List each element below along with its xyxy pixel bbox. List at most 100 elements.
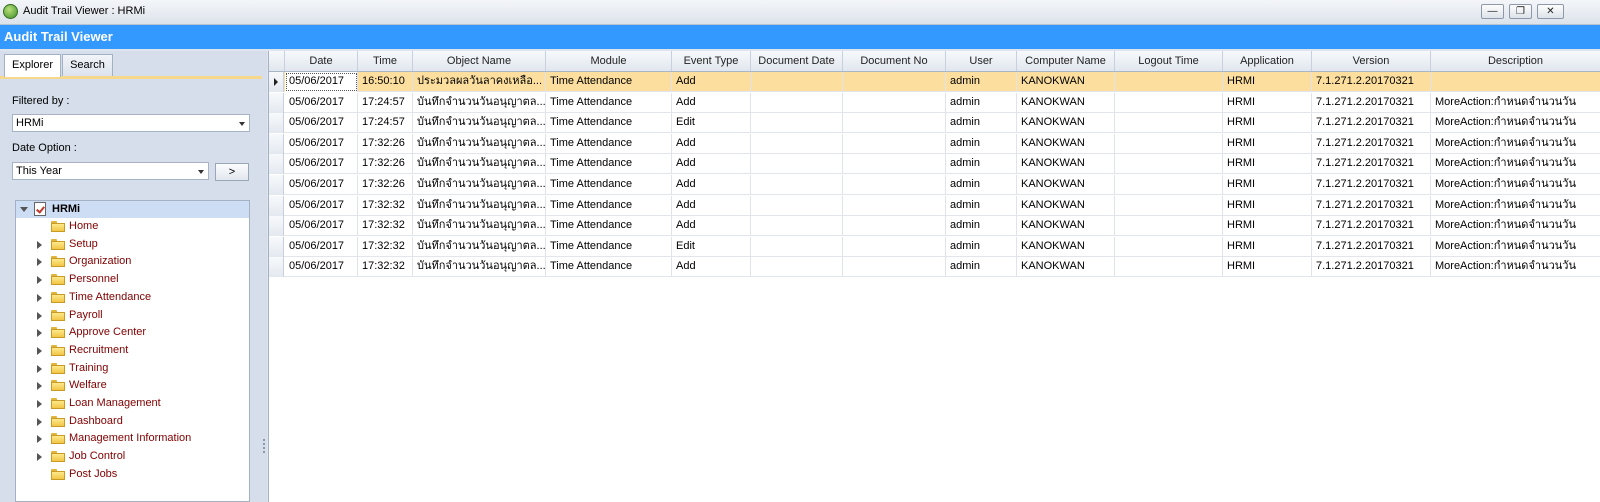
expand-arrow-icon[interactable] bbox=[37, 417, 42, 426]
cell-date[interactable]: 05/06/2017 bbox=[285, 154, 358, 175]
cell-time[interactable]: 17:32:32 bbox=[358, 216, 413, 237]
cell-application[interactable]: HRMI bbox=[1223, 175, 1312, 195]
cell-module[interactable]: Time Attendance bbox=[546, 154, 672, 175]
cell-event-type[interactable]: Edit bbox=[672, 113, 751, 134]
cell-date[interactable]: 05/06/2017 bbox=[285, 236, 358, 257]
cell-document-no[interactable] bbox=[843, 175, 946, 195]
cell-description[interactable]: MoreAction:กำหนดจำนวนวัน bbox=[1431, 257, 1600, 277]
expand-arrow-icon[interactable] bbox=[37, 400, 42, 408]
tree-item-organization[interactable]: Organization bbox=[16, 253, 249, 270]
cell-computer-name[interactable]: KANOKWAN bbox=[1017, 216, 1115, 237]
cell-module[interactable]: Time Attendance bbox=[546, 175, 672, 195]
cell-computer-name[interactable]: KANOKWAN bbox=[1017, 92, 1115, 113]
column-header-date[interactable]: Date bbox=[285, 51, 358, 71]
cell-document-no[interactable] bbox=[843, 133, 946, 154]
row-indicator[interactable] bbox=[269, 72, 284, 92]
cell-object-name[interactable]: บันทึกจำนวนวันอนุญาตล... bbox=[413, 236, 546, 257]
cell-document-date[interactable] bbox=[751, 257, 843, 278]
cell-user[interactable]: admin bbox=[946, 236, 1017, 257]
cell-object-name[interactable]: บันทึกจำนวนวันอนุญาตล... bbox=[413, 133, 546, 154]
cell-logout-time[interactable] bbox=[1115, 236, 1223, 257]
cell-date[interactable]: 05/06/2017 bbox=[285, 133, 358, 154]
table-row[interactable]: 05/06/2017 17:32:26 บันทึกจำนวนวันอนุญาตล.… bbox=[269, 175, 1600, 195]
cell-document-no[interactable] bbox=[843, 257, 946, 278]
tree-item-payroll[interactable]: Payroll bbox=[16, 307, 249, 324]
cell-event-type[interactable]: Add bbox=[672, 216, 751, 237]
expand-arrow-icon[interactable] bbox=[37, 364, 42, 373]
cell-object-name[interactable]: บันทึกจำนวนวันอนุญาตล... bbox=[413, 216, 546, 237]
column-header-logout-time[interactable]: Logout Time bbox=[1115, 51, 1223, 71]
expand-arrow-icon[interactable] bbox=[37, 258, 42, 267]
cell-version[interactable]: 7.1.271.2.20170321 bbox=[1312, 113, 1431, 134]
cell-module[interactable]: Time Attendance bbox=[546, 133, 672, 154]
row-indicator[interactable] bbox=[269, 92, 284, 113]
cell-date[interactable]: 05/06/2017 bbox=[285, 72, 358, 92]
cell-user[interactable]: admin bbox=[946, 72, 1017, 92]
column-header-event-type[interactable]: Event Type bbox=[672, 51, 751, 71]
cell-document-date[interactable] bbox=[751, 133, 843, 154]
cell-module[interactable]: Time Attendance bbox=[546, 216, 672, 237]
cell-user[interactable]: admin bbox=[946, 133, 1017, 154]
date-option-select[interactable]: This Year bbox=[12, 162, 209, 180]
cell-object-name[interactable]: บันทึกจำนวนวันอนุญาตล... bbox=[413, 175, 546, 195]
cell-computer-name[interactable]: KANOKWAN bbox=[1017, 175, 1115, 195]
cell-logout-time[interactable] bbox=[1115, 113, 1223, 134]
expand-arrow-icon[interactable] bbox=[37, 382, 42, 391]
cell-event-type[interactable]: Add bbox=[672, 154, 751, 175]
cell-document-no[interactable] bbox=[843, 195, 946, 216]
cell-document-date[interactable] bbox=[751, 236, 843, 257]
cell-document-date[interactable] bbox=[751, 92, 843, 113]
column-header-application[interactable]: Application bbox=[1223, 51, 1312, 71]
cell-user[interactable]: admin bbox=[946, 257, 1017, 278]
cell-logout-time[interactable] bbox=[1115, 72, 1223, 92]
cell-date[interactable]: 05/06/2017 bbox=[285, 216, 358, 237]
cell-application[interactable]: HRMI bbox=[1223, 92, 1312, 113]
table-row[interactable]: 05/06/2017 17:24:57 บันทึกจำนวนวันอนุญาตล.… bbox=[269, 113, 1600, 134]
tree-item-training[interactable]: Training bbox=[16, 360, 249, 377]
cell-version[interactable]: 7.1.271.2.20170321 bbox=[1312, 236, 1431, 257]
cell-application[interactable]: HRMI bbox=[1223, 257, 1312, 278]
cell-document-no[interactable] bbox=[843, 154, 946, 175]
cell-version[interactable]: 7.1.271.2.20170321 bbox=[1312, 133, 1431, 154]
tree-item-approve-center[interactable]: Approve Center bbox=[16, 324, 249, 341]
expand-arrow-icon[interactable] bbox=[37, 453, 42, 462]
cell-event-type[interactable]: Add bbox=[672, 72, 751, 92]
cell-application[interactable]: HRMI bbox=[1223, 154, 1312, 175]
cell-version[interactable]: 7.1.271.2.20170321 bbox=[1312, 216, 1431, 237]
cell-logout-time[interactable] bbox=[1115, 92, 1223, 113]
cell-computer-name[interactable]: KANOKWAN bbox=[1017, 195, 1115, 216]
cell-application[interactable]: HRMI bbox=[1223, 72, 1312, 92]
cell-object-name[interactable]: บันทึกจำนวนวันอนุญาตล... bbox=[413, 92, 546, 113]
table-row[interactable]: 05/06/2017 17:32:26 บันทึกจำนวนวันอนุญาตล.… bbox=[269, 133, 1600, 154]
expand-arrow-icon[interactable] bbox=[37, 240, 42, 249]
row-indicator[interactable] bbox=[269, 257, 284, 278]
go-button[interactable]: > bbox=[215, 163, 249, 181]
tree-item-time-attendance[interactable]: Time Attendance bbox=[16, 289, 249, 306]
cell-document-no[interactable] bbox=[843, 113, 946, 134]
cell-date[interactable]: 05/06/2017 bbox=[285, 257, 358, 278]
cell-event-type[interactable]: Add bbox=[672, 133, 751, 154]
table-row[interactable]: 05/06/2017 17:32:32 บันทึกจำนวนวันอนุญาตล.… bbox=[269, 216, 1600, 237]
cell-object-name[interactable]: ประมวลผลวันลาคงเหลือ... bbox=[413, 72, 546, 92]
tree-item-personnel[interactable]: Personnel bbox=[16, 271, 249, 288]
cell-time[interactable]: 17:32:32 bbox=[358, 236, 413, 257]
cell-description[interactable]: MoreAction:กำหนดจำนวนวัน bbox=[1431, 216, 1600, 236]
tree-item-management-information[interactable]: Management Information bbox=[16, 430, 249, 447]
cell-user[interactable]: admin bbox=[946, 216, 1017, 237]
cell-date[interactable]: 05/06/2017 bbox=[285, 113, 358, 134]
cell-computer-name[interactable]: KANOKWAN bbox=[1017, 154, 1115, 175]
cell-event-type[interactable]: Add bbox=[672, 175, 751, 195]
close-button[interactable]: ✕ bbox=[1537, 4, 1564, 19]
cell-time[interactable]: 17:24:57 bbox=[358, 113, 413, 134]
cell-event-type[interactable]: Add bbox=[672, 92, 751, 113]
cell-module[interactable]: Time Attendance bbox=[546, 236, 672, 257]
expand-arrow-icon[interactable] bbox=[37, 276, 42, 285]
cell-module[interactable]: Time Attendance bbox=[546, 92, 672, 113]
cell-date[interactable]: 05/06/2017 bbox=[285, 92, 358, 113]
column-header-user[interactable]: User bbox=[946, 51, 1017, 71]
table-row[interactable]: 05/06/2017 17:32:26 บันทึกจำนวนวันอนุญาตล.… bbox=[269, 154, 1600, 175]
cell-user[interactable]: admin bbox=[946, 154, 1017, 175]
cell-description[interactable]: MoreAction:กำหนดจำนวนวัน bbox=[1431, 196, 1600, 216]
tree-item-recruitment[interactable]: Recruitment bbox=[16, 342, 249, 359]
cell-application[interactable]: HRMI bbox=[1223, 236, 1312, 257]
